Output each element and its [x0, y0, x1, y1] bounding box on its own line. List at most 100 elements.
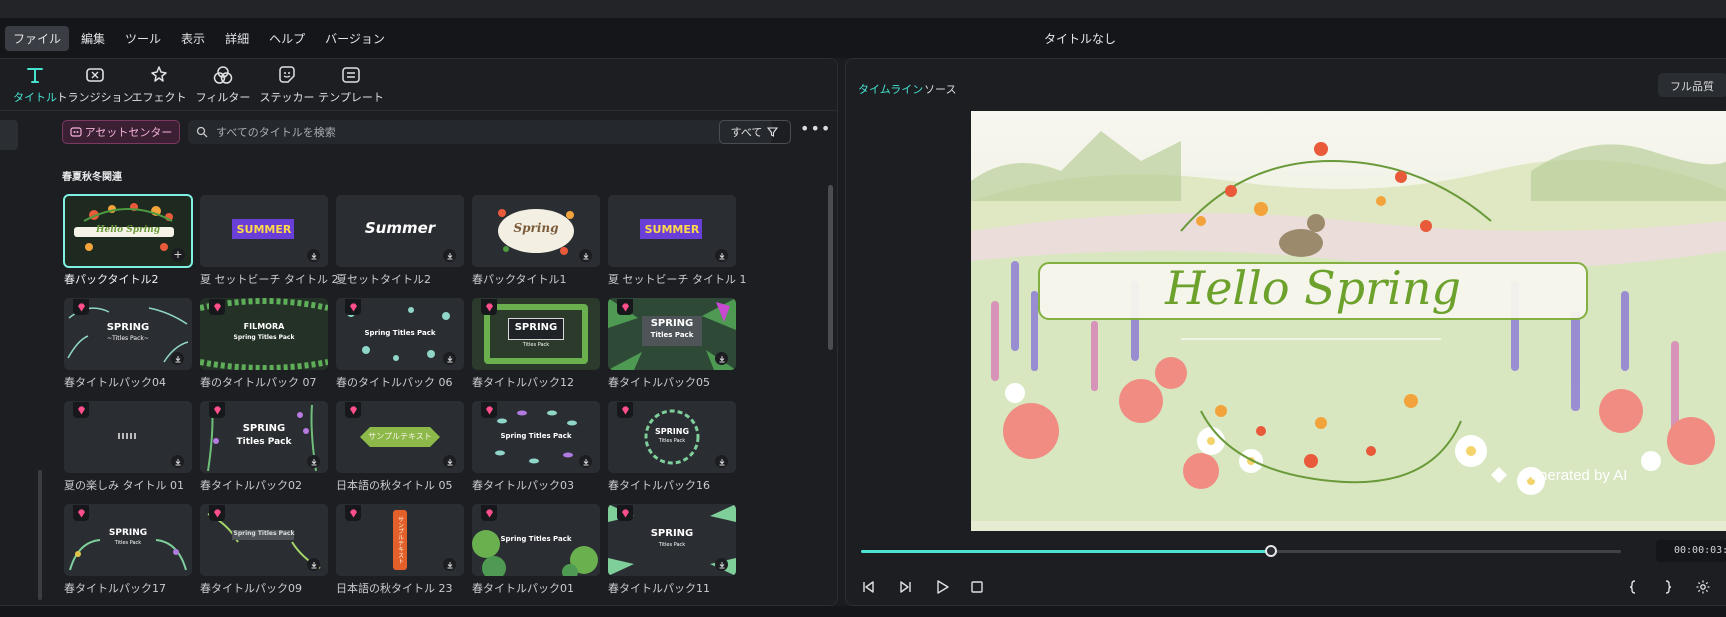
- add-icon[interactable]: +: [171, 248, 185, 262]
- mark-in-button[interactable]: [1623, 577, 1643, 597]
- tab-timeline[interactable]: タイムライン: [858, 81, 923, 97]
- title-card[interactable]: SPRING Titles Pack 春タイトルパック16: [608, 401, 736, 493]
- menu-version[interactable]: バージョン: [317, 26, 393, 51]
- title-card[interactable]: SPRING Titles Pack 春タイトルパック12: [472, 298, 600, 390]
- playhead-handle[interactable]: [1265, 545, 1278, 557]
- title-thumbnail: SPRING Titles Pack: [608, 298, 736, 370]
- download-icon[interactable]: [443, 352, 456, 365]
- player-panel: タイムライン ソース フル品質 Hello Spring Generated b…: [845, 58, 1726, 606]
- tab-source[interactable]: ソース: [924, 81, 956, 97]
- title-card[interactable]: Spring Titles Pack 春タイトルパック03: [472, 401, 600, 493]
- card-label: 春タイトルパック02: [200, 479, 302, 492]
- quality-dropdown[interactable]: フル品質: [1658, 73, 1726, 97]
- title-thumbnail: SUMMER: [608, 195, 736, 267]
- card-label: 春タイトルパック09: [200, 582, 302, 595]
- filter-all-button[interactable]: すべて: [719, 120, 791, 144]
- card-label: 春のタイトルパック 06: [336, 376, 453, 389]
- download-icon[interactable]: [579, 249, 592, 262]
- title-card[interactable]: SPRING Titles Pack 春タイトルパック11: [608, 504, 736, 596]
- download-icon[interactable]: [443, 249, 456, 262]
- preview-title-text: Hello Spring: [1165, 261, 1461, 315]
- download-icon[interactable]: [715, 455, 728, 468]
- title-card[interactable]: サンプルテキスト 日本語の秋タイトル 23: [336, 504, 464, 596]
- play-button[interactable]: [932, 577, 952, 597]
- title-card[interactable]: 夏の楽しみ タイトル 01: [64, 401, 192, 493]
- title-card[interactable]: SPRING Titles Pack 春タイトルパック02: [200, 401, 328, 493]
- download-icon[interactable]: [715, 352, 728, 365]
- title-card[interactable]: SPRING Titles Pack 春タイトルパック17: [64, 504, 192, 596]
- next-frame-button[interactable]: [895, 577, 915, 597]
- thumb-title-text: Hello Spring: [96, 225, 160, 235]
- previous-frame-button[interactable]: [859, 577, 879, 597]
- title-thumbnail: Hello Spring +: [63, 194, 193, 268]
- search-box[interactable]: [188, 120, 772, 144]
- search-input[interactable]: [216, 125, 736, 139]
- title-card[interactable]: Spring Titles Pack 春タイトルパック01: [472, 504, 600, 596]
- card-label: 日本語の秋タイトル 05: [336, 479, 453, 492]
- download-icon[interactable]: [579, 455, 592, 468]
- download-icon[interactable]: [307, 455, 320, 468]
- menu-file[interactable]: ファイル: [5, 25, 70, 51]
- asset-center-button[interactable]: アセットセンター: [62, 120, 180, 144]
- title-card[interactable]: FILMORA Spring Titles Pack 春のタイトルパック 07: [200, 298, 328, 390]
- tab-filter[interactable]: フィルター: [191, 59, 255, 109]
- stop-button[interactable]: [967, 577, 987, 597]
- title-card[interactable]: SUMMER 夏 セットビーチ タイトル 2: [200, 195, 339, 287]
- small-text-placeholder: [118, 433, 138, 439]
- premium-gem-icon: [617, 505, 633, 521]
- menu-advanced[interactable]: 詳細: [217, 26, 257, 51]
- download-icon[interactable]: [715, 249, 728, 262]
- title-thumbnail: SUMMER: [200, 195, 328, 267]
- thumb-title-text: サンプルテキスト: [368, 432, 432, 441]
- menu-view[interactable]: 表示: [173, 26, 213, 51]
- vertical-banner: サンプルテキスト: [393, 510, 407, 570]
- tab-transition[interactable]: トランジション: [57, 59, 134, 109]
- thumb-subtitle-text: ~Titles Pack~: [107, 335, 149, 342]
- grid-scrollbar[interactable]: [828, 185, 833, 350]
- video-preview[interactable]: Hello Spring Generated by AI: [971, 111, 1726, 531]
- title-card[interactable]: サンプルテキスト 日本語の秋タイトル 05: [336, 401, 464, 493]
- sidebar-scrollbar[interactable]: [38, 470, 42, 600]
- title-card[interactable]: Summer 夏セットタイトル2: [336, 195, 464, 287]
- title-thumbnail: SPRING Titles Pack: [200, 401, 328, 473]
- download-icon[interactable]: [715, 558, 728, 571]
- menu-help[interactable]: ヘルプ: [261, 26, 313, 51]
- title-card[interactable]: SPRING ~Titles Pack~ 春タイトルパック04: [64, 298, 192, 390]
- mark-out-icon: [1665, 580, 1672, 594]
- title-thumbnail: [64, 401, 192, 473]
- tab-template[interactable]: テンプレート: [318, 59, 384, 109]
- download-icon[interactable]: [171, 352, 184, 365]
- thumb-title-text: Spring: [513, 221, 559, 235]
- more-options-button[interactable]: •••: [800, 121, 830, 140]
- thumb-title-text: SUMMER: [236, 223, 292, 236]
- title-card[interactable]: SUMMER 夏 セットビーチ タイトル 1: [608, 195, 747, 287]
- card-label: 春タイトルパック01: [472, 582, 574, 595]
- card-label: 春タイトルパック16: [608, 479, 710, 492]
- menu-edit[interactable]: 編集: [73, 26, 113, 51]
- playback-scrubber[interactable]: [861, 545, 1621, 557]
- title-card[interactable]: Hello Spring + 春パックタイトル2: [63, 194, 193, 287]
- thumb-title-text: SPRING: [650, 528, 694, 539]
- card-label: 夏セットタイトル2: [336, 273, 431, 286]
- tab-sticker[interactable]: ステッカー: [255, 59, 319, 109]
- sidebar-selected-item[interactable]: [0, 120, 18, 150]
- title-card[interactable]: Spring Titles Pack 春タイトルパック09: [200, 504, 328, 596]
- card-label: 春タイトルパック03: [472, 479, 574, 492]
- player-settings-button[interactable]: [1693, 577, 1713, 597]
- download-icon[interactable]: [443, 558, 456, 571]
- tab-effect[interactable]: エフェクト: [127, 59, 191, 109]
- download-icon[interactable]: [171, 455, 184, 468]
- menu-tools[interactable]: ツール: [117, 26, 169, 51]
- download-icon[interactable]: [307, 558, 320, 571]
- tab-title[interactable]: タイトル: [7, 59, 63, 109]
- title-card[interactable]: Spring 春パックタイトル1: [472, 195, 600, 287]
- mark-out-button[interactable]: [1658, 577, 1678, 597]
- download-icon[interactable]: [443, 455, 456, 468]
- title-card[interactable]: Spring Titles Pack 春のタイトルパック 06: [336, 298, 464, 390]
- download-icon[interactable]: [307, 249, 320, 262]
- thumb-subtitle-text: Titles Pack: [236, 437, 292, 447]
- title-card[interactable]: SPRING Titles Pack 春タイトルパック05: [608, 298, 736, 390]
- premium-gem-icon: [481, 402, 497, 418]
- transition-icon: [86, 67, 104, 82]
- thumb-title-text: Spring Titles Pack: [233, 530, 295, 537]
